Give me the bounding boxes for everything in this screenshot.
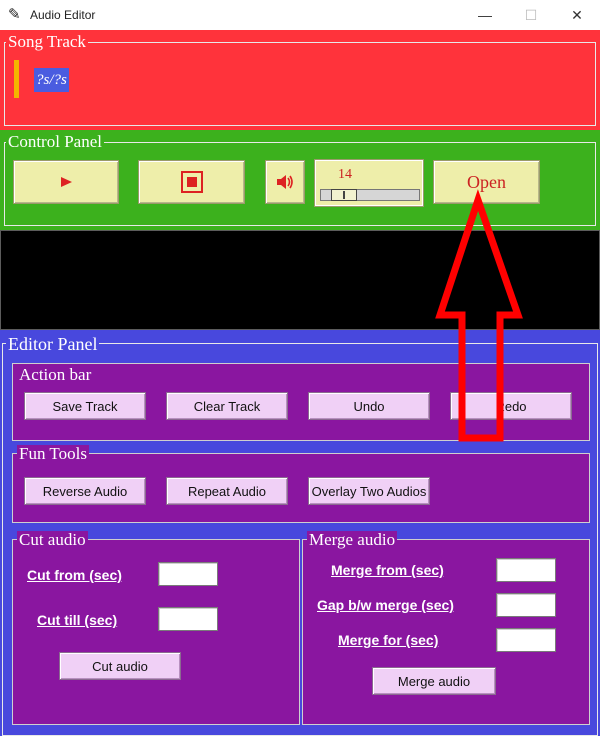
repeat-audio-button[interactable]: Repeat Audio xyxy=(166,477,288,505)
reverse-audio-button[interactable]: Reverse Audio xyxy=(24,477,146,505)
save-track-button[interactable]: Save Track xyxy=(24,392,146,420)
overlay-two-audios-button[interactable]: Overlay Two Audios xyxy=(308,477,430,505)
song-track-frame xyxy=(4,42,596,126)
redo-button[interactable]: Redo xyxy=(450,392,572,420)
minimize-button[interactable]: — xyxy=(462,0,508,30)
cut-till-input[interactable] xyxy=(158,607,218,631)
cut-audio-panel: Cut audio Cut from (sec) Cut till (sec) … xyxy=(12,531,300,725)
merge-from-label: Merge from (sec) xyxy=(331,562,444,578)
control-panel: Control Panel 14 Open xyxy=(0,130,600,230)
song-track-panel: Song Track ?s/?s xyxy=(0,30,600,130)
play-icon xyxy=(61,177,72,187)
volume-slider-track[interactable] xyxy=(320,189,420,201)
play-button[interactable] xyxy=(13,160,119,204)
song-track-legend: Song Track xyxy=(6,32,88,51)
action-bar: Action bar Save Track Clear Track Undo R… xyxy=(12,363,590,441)
merge-from-input[interactable] xyxy=(496,558,556,582)
feather-icon: ✎ xyxy=(8,6,21,23)
open-button[interactable]: Open xyxy=(433,160,540,204)
editor-panel: Editor Panel Action bar Save Track Clear… xyxy=(0,330,600,736)
cut-from-label: Cut from (sec) xyxy=(27,567,122,583)
title-bar: ✎ Audio Editor — ☐ ✕ xyxy=(0,0,600,30)
volume-button[interactable] xyxy=(265,160,305,204)
gap-merge-input[interactable] xyxy=(496,593,556,617)
stop-icon xyxy=(180,171,203,193)
merge-audio-panel: Merge audio Merge from (sec) Gap b/w mer… xyxy=(302,531,590,725)
cut-from-input[interactable] xyxy=(158,562,218,586)
fun-tools-legend: Fun Tools xyxy=(17,444,89,463)
cut-till-label: Cut till (sec) xyxy=(37,612,118,628)
merge-for-label: Merge for (sec) xyxy=(338,632,439,648)
merge-for-input[interactable] xyxy=(496,628,556,652)
volume-slider-widget: 14 xyxy=(315,160,423,206)
control-panel-legend: Control Panel xyxy=(6,132,104,151)
cut-audio-button[interactable]: Cut audio xyxy=(59,652,181,680)
merge-audio-button[interactable]: Merge audio xyxy=(372,667,496,695)
action-bar-legend: Action bar xyxy=(17,365,94,384)
fun-tools: Fun Tools Reverse Audio Repeat Audio Ove… xyxy=(12,445,590,523)
stop-button[interactable] xyxy=(138,160,245,204)
waveform-display xyxy=(0,230,600,330)
window-title: Audio Editor xyxy=(30,8,96,22)
editor-panel-legend: Editor Panel xyxy=(6,334,100,354)
volume-value: 14 xyxy=(338,167,352,182)
maximize-button[interactable]: ☐ xyxy=(508,0,554,30)
playhead-marker xyxy=(14,60,19,98)
merge-audio-legend: Merge audio xyxy=(307,530,398,549)
volume-slider-thumb[interactable] xyxy=(331,189,357,201)
gap-merge-label: Gap b/w merge (sec) xyxy=(317,597,454,613)
undo-button[interactable]: Undo xyxy=(308,392,430,420)
cut-audio-legend: Cut audio xyxy=(17,530,88,549)
close-button[interactable]: ✕ xyxy=(554,0,600,30)
volume-icon xyxy=(277,175,293,189)
time-label: ?s/?s xyxy=(34,68,69,92)
clear-track-button[interactable]: Clear Track xyxy=(166,392,288,420)
